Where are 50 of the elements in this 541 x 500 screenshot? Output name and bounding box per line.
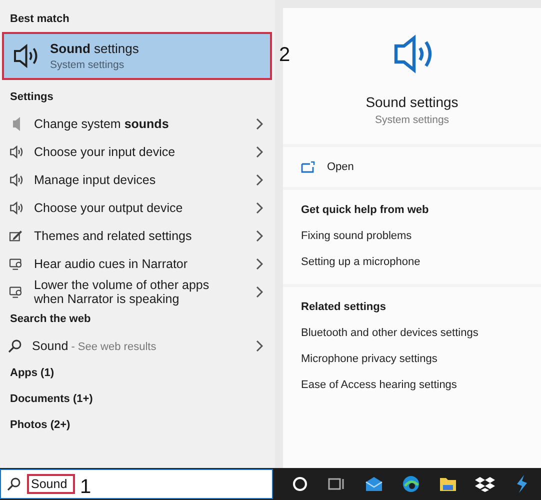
help-link[interactable]: Setting up a microphone <box>301 256 523 268</box>
settings-link[interactable]: Ease of Access hearing settings <box>301 379 523 391</box>
section-header: Settings <box>9 90 54 105</box>
result-item[interactable]: Lower the volume of other apps when Narrator is speaking <box>0 278 275 306</box>
section-header: Related settings <box>301 301 387 313</box>
category-header[interactable]: Photos (2+) <box>0 412 275 438</box>
result-item[interactable]: Choose your output device <box>0 194 275 222</box>
section-header: Best match <box>9 12 70 27</box>
chevron-icon <box>255 118 263 130</box>
speaker-icon <box>12 117 20 131</box>
web-result-text: Sound - See web results <box>32 339 158 353</box>
annotation-number: 1 <box>80 476 92 499</box>
chevron-icon <box>255 258 263 270</box>
web-result-item[interactable]: Sound - See web results <box>0 332 275 360</box>
result-item[interactable]: Themes and related settings <box>0 222 275 250</box>
chevron-icon <box>255 202 263 214</box>
chevron-icon <box>255 286 263 298</box>
category-header[interactable]: Documents (1+) <box>0 386 275 412</box>
section-header: Search the web <box>9 312 92 327</box>
preview-subtitle: System settings <box>374 114 450 126</box>
chevron-icon <box>255 230 263 242</box>
result-item[interactable]: Manage input devices <box>0 166 275 194</box>
search-icon <box>7 477 21 491</box>
settings-link[interactable]: Microphone privacy settings <box>301 353 523 365</box>
item-subtitle: System settings <box>50 59 126 71</box>
speaker-icon <box>8 200 24 216</box>
item-title: Sound settings <box>50 41 139 56</box>
open-icon <box>301 161 315 173</box>
speaker-icon <box>8 172 24 188</box>
circle-icon[interactable] <box>290 474 310 494</box>
result-item[interactable]: Hear audio cues in Narrator <box>0 250 275 278</box>
open-action[interactable]: Open <box>283 147 541 187</box>
search-icon <box>8 339 22 353</box>
chevron-icon <box>255 340 263 352</box>
browser-icon[interactable] <box>401 474 421 494</box>
annotation-number: 2 <box>279 44 290 67</box>
best-match-item[interactable]: Sound settings System settings <box>2 32 272 80</box>
result-item[interactable]: Change system sounds <box>0 110 275 138</box>
speaker-icon <box>8 144 24 160</box>
chevron-icon <box>255 174 263 186</box>
settings-link[interactable]: Bluetooth and other devices settings <box>301 327 523 339</box>
search-field[interactable]: Sound <box>27 474 75 494</box>
mail-icon[interactable] <box>364 474 384 494</box>
section-header: Get quick help from web <box>301 204 430 216</box>
category-header[interactable]: Apps (1) <box>0 360 275 386</box>
preview-title: Sound settings <box>366 94 458 110</box>
pen-icon <box>8 228 24 244</box>
result-item[interactable]: Choose your input device <box>0 138 275 166</box>
help-link[interactable]: Fixing sound problems <box>301 230 523 242</box>
chevron-icon <box>255 146 263 158</box>
